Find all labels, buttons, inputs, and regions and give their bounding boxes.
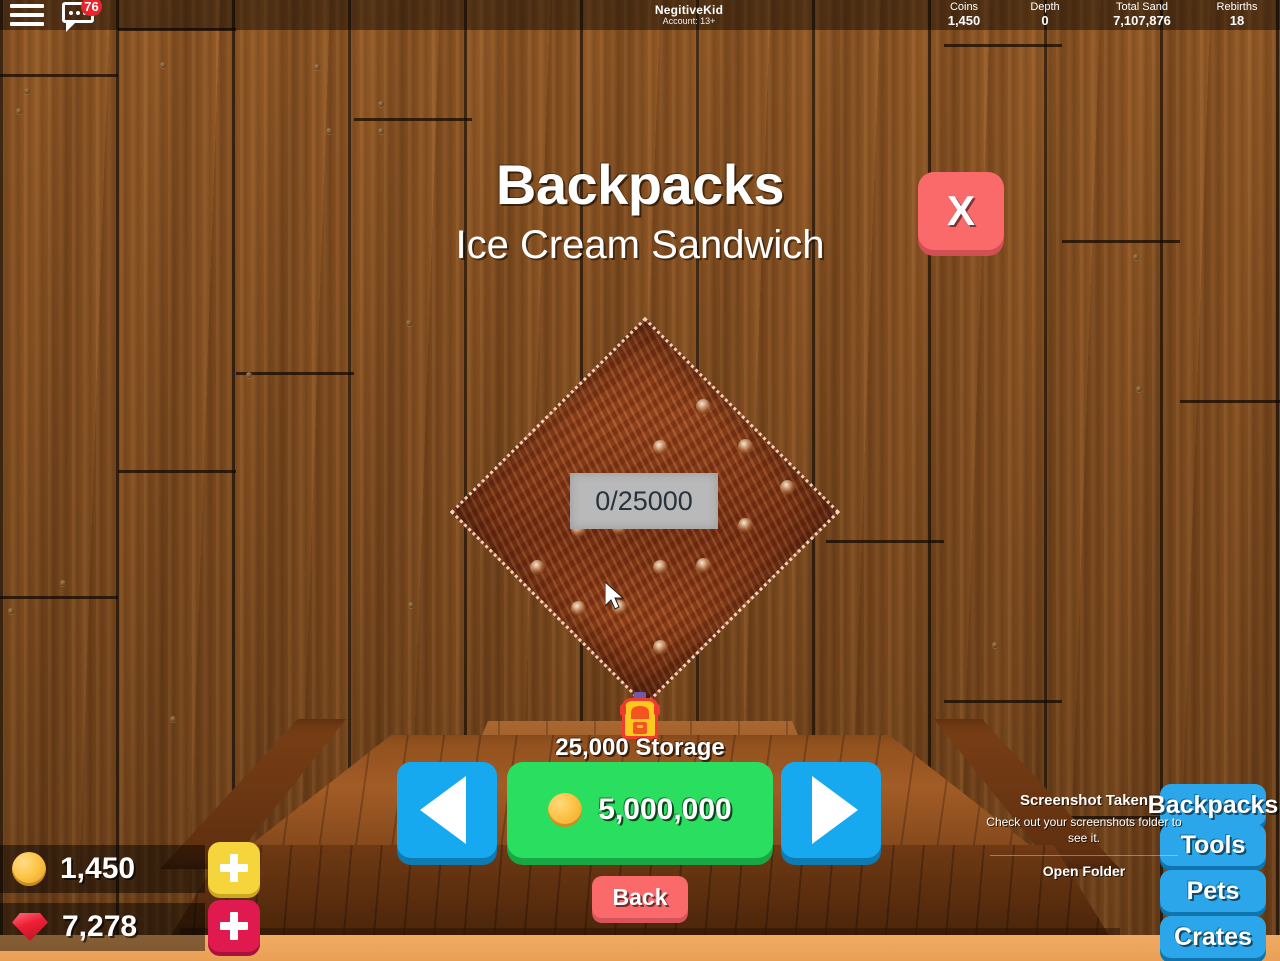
account-info: NegitiveKid Account: 13+: [584, 4, 794, 26]
stat-coins-label: Coins: [949, 1, 979, 14]
stat-total-sand-value: 7,107,876: [1113, 12, 1171, 28]
sidebar-item-crates[interactable]: Crates: [1160, 916, 1266, 958]
storage-capacity-label: 25,000 Storage: [555, 734, 725, 761]
gem-icon: [12, 913, 48, 941]
stat-total-sand: Total Sand 7,107,876: [1086, 1, 1198, 29]
toast-body: Check out your screenshots folder to see…: [986, 815, 1182, 846]
add-gems-button[interactable]: [208, 900, 260, 952]
username: NegitiveKid: [654, 2, 724, 17]
toast-title: Screenshot Taken: [1019, 792, 1149, 809]
stat-coins: Coins 1,450: [924, 1, 1004, 29]
gems-hud: 7,278: [0, 903, 205, 951]
stat-depth: Depth 0: [1004, 1, 1086, 29]
backpack-name: Ice Cream Sandwich: [455, 223, 825, 267]
stat-total-sand-label: Total Sand: [1116, 1, 1168, 14]
chat-bubble-icon[interactable]: 76: [62, 0, 102, 32]
chat-unread-badge: 76: [81, 0, 102, 16]
capacity-plate: 0/25000: [570, 473, 718, 529]
account-rating: Account: 13+: [662, 15, 716, 26]
back-button-label: Back: [612, 883, 668, 910]
coin-icon: [548, 793, 583, 827]
plus-icon: [220, 854, 248, 882]
stat-rebirths-value: 18: [1229, 12, 1245, 28]
coins-amount: 1,450: [60, 852, 136, 885]
stat-rebirths-label: Rebirths: [1216, 1, 1258, 14]
open-folder-button[interactable]: Open Folder: [984, 863, 1184, 879]
sidebar-item-label: Pets: [1186, 876, 1240, 905]
stat-rebirths: Rebirths 18: [1198, 1, 1276, 29]
hamburger-menu-icon[interactable]: [10, 4, 44, 26]
close-icon: X: [946, 187, 975, 234]
sidebar-item-label: Crates: [1174, 922, 1252, 951]
stat-depth-value: 0: [1041, 12, 1049, 28]
gems-amount: 7,278: [62, 910, 138, 943]
back-button[interactable]: Back: [592, 876, 688, 918]
toast-divider: [990, 855, 1178, 857]
next-backpack-button[interactable]: [781, 762, 881, 858]
coins-hud: 1,450: [0, 845, 205, 893]
coin-icon: [12, 852, 46, 886]
backpack-icon: [618, 692, 662, 740]
capacity-text: 0/25000: [595, 485, 693, 516]
sidebar-item-label: Tools: [1180, 830, 1246, 859]
arrow-right-icon: [812, 776, 858, 844]
add-coins-button[interactable]: [208, 842, 260, 894]
stat-coins-value: 1,450: [947, 12, 981, 28]
previous-backpack-button[interactable]: [397, 762, 497, 858]
top-status-bar: 76 NegitiveKid Account: 13+ Coins 1,450 …: [0, 0, 1280, 32]
stat-depth-label: Depth: [1030, 1, 1060, 14]
page-title: Backpacks: [495, 153, 785, 216]
plus-icon: [220, 912, 248, 940]
floor-shadow: [180, 928, 1120, 935]
buy-button[interactable]: 5,000,000: [507, 762, 773, 858]
chat-tail: [66, 22, 76, 32]
backpack-preview-model: 0/25000: [449, 316, 841, 708]
screenshot-toast: Screenshot Taken Check out your screensh…: [984, 792, 1184, 879]
game-viewport: 76 NegitiveKid Account: 13+ Coins 1,450 …: [0, 0, 1280, 961]
buy-price: 5,000,000: [598, 793, 732, 826]
arrow-left-icon: [420, 776, 466, 844]
close-button[interactable]: X: [918, 172, 1004, 250]
